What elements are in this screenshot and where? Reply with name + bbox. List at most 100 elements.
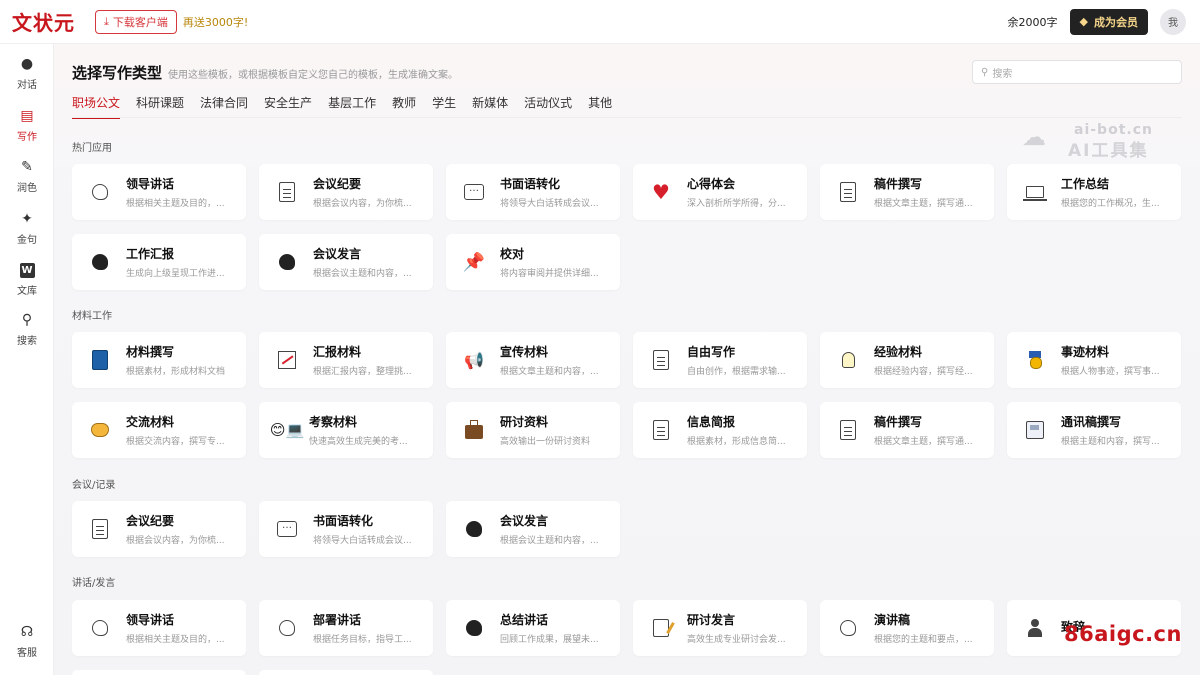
template-card[interactable]: 😊💻 考察材料 快速高效生成完美的考...	[259, 402, 433, 458]
sidebar-item-chat[interactable]: ● 对话	[0, 52, 54, 94]
template-card[interactable]: 经验材料 根据经验内容，撰写经...	[820, 332, 994, 388]
template-card[interactable]: 稿件撰写 根据文章主题，撰写通...	[820, 402, 994, 458]
template-card[interactable]: 部署讲话 根据任务目标，指导工...	[259, 600, 433, 656]
document-icon	[649, 348, 673, 372]
card-desc: 将内容审阅并提供详细...	[500, 269, 599, 279]
document-icon: ▤	[20, 108, 34, 124]
card-title: 工作总结	[1061, 177, 1110, 191]
card-desc: 根据相关主题及目的，...	[126, 199, 225, 209]
template-card[interactable]: 📢 宣传材料根据文章主题和内容，...	[446, 332, 620, 388]
watermark-86aigc: 86aigc.cn	[1064, 622, 1182, 646]
card-title: 宣传材料	[500, 345, 549, 359]
card-title: 会议发言	[313, 247, 362, 261]
download-client-button[interactable]: ⤓ 下载客户端	[95, 9, 177, 34]
download-icon: ⤓	[104, 14, 109, 28]
card-desc: 根据人物事迹，撰写事...	[1061, 367, 1160, 377]
become-vip-button[interactable]: ◆ 成为会员	[1069, 8, 1148, 35]
card-desc: 根据文章主题，撰写通...	[874, 199, 973, 209]
sidebar-item-service[interactable]: ☊ 客服	[0, 620, 54, 662]
template-card[interactable]: … 书面语转化 将领导大白话转成会议...	[446, 164, 620, 220]
card-desc: 根据经验内容，撰写经...	[874, 367, 973, 377]
document-icon	[836, 180, 860, 204]
template-card[interactable]: 演讲稿 根据您的主题和要点，...	[820, 600, 994, 656]
tab-research[interactable]: 科研课题	[136, 94, 184, 119]
speaking-head-icon	[275, 250, 299, 274]
template-card[interactable]: 会议发言 根据会议主题和内容，...	[259, 234, 433, 290]
tab-workplace-docs[interactable]: 职场公文	[72, 94, 121, 119]
template-card[interactable]: 交流材料 根据交流内容，撰写专...	[72, 402, 246, 458]
megaphone-icon: 📢	[464, 350, 484, 370]
page-title: 选择写作类型	[72, 64, 163, 82]
card-desc: 快速高效生成完美的考...	[309, 437, 408, 447]
category-tabs: 职场公文 科研课题 法律合同 安全生产 基层工作 教师 学生 新媒体 活动仪式 …	[72, 94, 612, 119]
template-card[interactable]: 会议发言 根据会议主题和内容，...	[446, 501, 620, 557]
template-card[interactable]: 领导讲话 根据相关主题及目的，...	[72, 600, 246, 656]
card-desc: 根据文章主题和内容，...	[500, 367, 599, 377]
w-library-icon: W	[19, 262, 35, 278]
card-title: 领导讲话	[126, 613, 175, 627]
sidebar: ● 对话 ▤ 写作 ✎ 润色 ✦ 金句 W 文库 ⚲ 搜索 ☊ 客服	[0, 44, 54, 675]
sidebar-item-library[interactable]: W 文库	[0, 258, 54, 300]
template-card[interactable]: 研讨发言 高效生成专业研讨会发...	[633, 600, 807, 656]
speech-bubble-icon: …	[462, 180, 486, 204]
template-card[interactable]: 稿件撰写 根据文章主题，撰写通...	[820, 164, 994, 220]
watermark-ai-tools: AI工具集	[1068, 141, 1149, 161]
card-title: 工作汇报	[126, 247, 175, 261]
person-icon	[1023, 616, 1047, 640]
card-desc: 生成向上级呈现工作进...	[126, 269, 225, 279]
gift-promo-text: 再送3000字!	[182, 15, 249, 29]
card-title: 稿件撰写	[874, 415, 923, 429]
tab-safety[interactable]: 安全生产	[264, 94, 312, 119]
search-input[interactable]: ⚲ 搜索	[972, 60, 1182, 84]
sidebar-item-label: 写作	[17, 132, 37, 143]
download-client-label: 下载客户端	[112, 15, 168, 29]
tab-ceremony[interactable]: 活动仪式	[524, 94, 572, 119]
card-desc: 根据主题和内容，撰写...	[1061, 437, 1160, 447]
template-card[interactable]: 通讯稿撰写 根据主题和内容，撰写...	[1007, 402, 1181, 458]
tab-divider	[72, 117, 1182, 118]
template-card[interactable]: 总结讲话 回顾工作成果，展望未...	[446, 600, 620, 656]
template-card[interactable]: 工作汇报生成向上级呈现工作进...	[72, 234, 246, 290]
template-card[interactable]: 自由写作 自由创作，根据需求输...	[633, 332, 807, 388]
template-card[interactable]: 领导讲话 根据相关主题及目的，...	[72, 164, 246, 220]
tab-grassroots[interactable]: 基层工作	[328, 94, 376, 119]
card-title: 书面语转化	[500, 177, 561, 191]
template-card[interactable]: 事迹材料 根据人物事迹，撰写事...	[1007, 332, 1181, 388]
sidebar-item-polish[interactable]: ✎ 润色	[0, 155, 54, 197]
sidebar-item-writing[interactable]: ▤ 写作	[0, 104, 54, 146]
sidebar-item-search[interactable]: ⚲ 搜索	[0, 308, 54, 350]
tab-student[interactable]: 学生	[432, 94, 456, 119]
template-card[interactable]: 会议纪要 根据会议内容，为你梳...	[259, 164, 433, 220]
card-title: 自由写作	[687, 345, 736, 359]
diamond-icon: ◆	[1079, 15, 1088, 28]
template-card[interactable]: 会议纪要 根据会议内容，为你梳...	[72, 501, 246, 557]
user-avatar[interactable]: 我	[1160, 8, 1186, 35]
tab-new-media[interactable]: 新媒体	[472, 94, 508, 119]
become-vip-label: 成为会员	[1094, 15, 1138, 29]
template-card[interactable]: ♥ 心得体会 深入剖析所学所得，分...	[633, 164, 807, 220]
card-desc: 根据素材，形成信息简...	[687, 437, 786, 447]
template-card-partial	[259, 670, 433, 675]
template-card[interactable]: 工作总结 根据您的工作概况，生...	[1007, 164, 1181, 220]
sidebar-item-quotes[interactable]: ✦ 金句	[0, 207, 54, 249]
tab-legal-contract[interactable]: 法律合同	[200, 94, 248, 119]
template-card[interactable]: 材料撰写 根据素材，形成材料文档	[72, 332, 246, 388]
template-card[interactable]: … 书面语转化 将领导大白话转成会议...	[259, 501, 433, 557]
template-card[interactable]: 汇报材料 根据汇报内容，整理挑...	[259, 332, 433, 388]
template-card[interactable]: 信息简报 根据素材，形成信息简...	[633, 402, 807, 458]
ai-bot-logo-icon: ☁	[1022, 123, 1046, 151]
template-card[interactable]: 研讨资料 高效输出一份研讨资料	[446, 402, 620, 458]
magic-wand-icon: ✎	[21, 159, 33, 175]
speaking-head-icon	[462, 517, 486, 541]
card-title: 会议发言	[500, 514, 549, 528]
handshake-icon	[88, 418, 112, 442]
app-logo[interactable]: 文状元	[12, 7, 75, 36]
briefcase-icon	[462, 418, 486, 442]
search-icon: ⚲	[21, 312, 33, 328]
section-title-materials: 材料工作	[72, 311, 112, 322]
tab-teacher[interactable]: 教师	[392, 94, 416, 119]
tab-other[interactable]: 其他	[588, 94, 612, 119]
template-card[interactable]: 📌 校对 将内容审阅并提供详细...	[446, 234, 620, 290]
document-icon	[836, 418, 860, 442]
card-title: 演讲稿	[874, 613, 911, 627]
